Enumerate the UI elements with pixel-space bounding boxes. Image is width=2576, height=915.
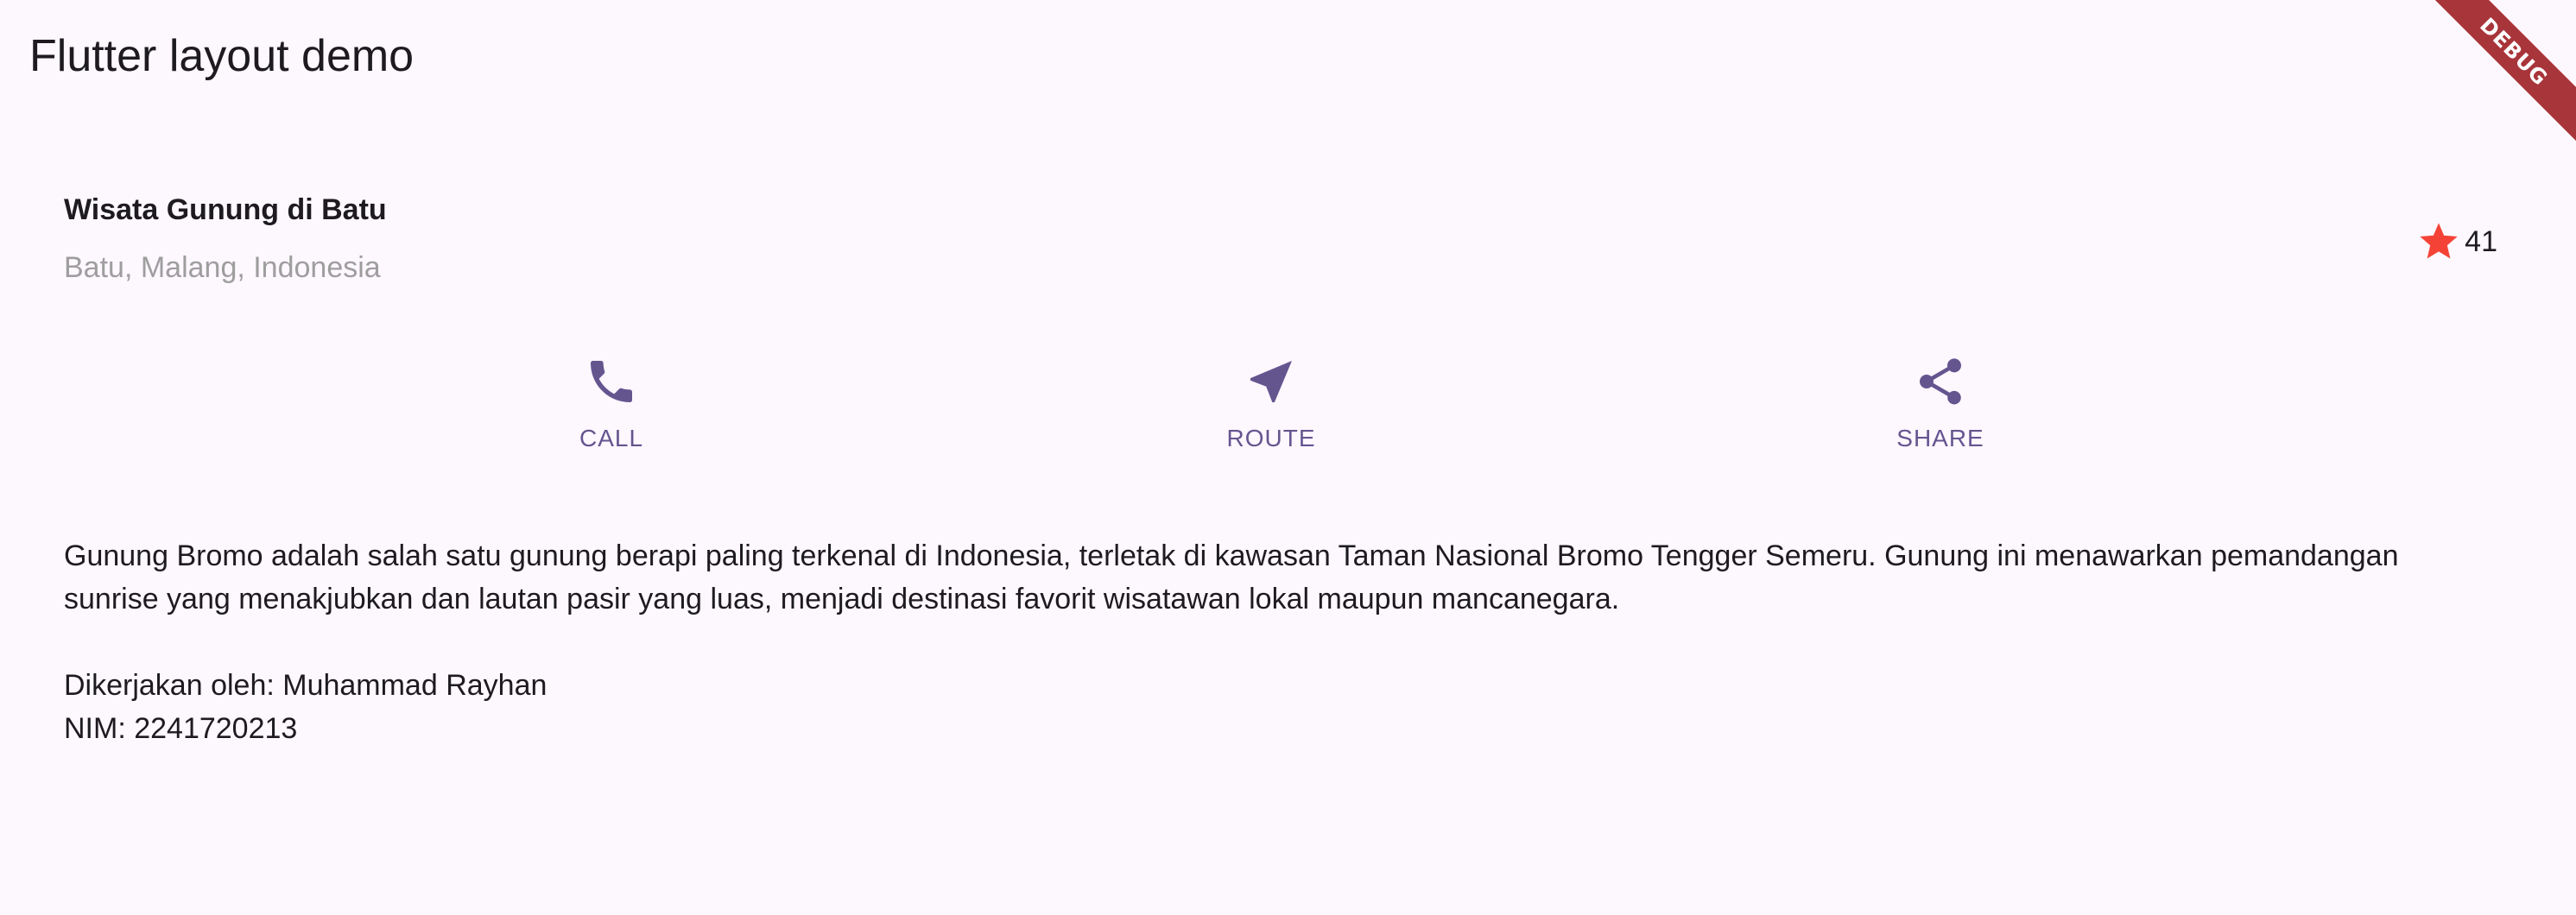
- description-text: Gunung Bromo adalah salah satu gunung be…: [64, 540, 2399, 615]
- call-button-label: CALL: [579, 425, 644, 451]
- phone-icon: [584, 354, 639, 409]
- credit-author: Dikerjakan oleh: Muhammad Rayhan: [64, 669, 547, 702]
- credit-nim: NIM: 2241720213: [64, 712, 298, 745]
- star-icon: [2416, 219, 2461, 264]
- rating-count: 41: [2465, 225, 2497, 258]
- place-name: Wisata Gunung di Batu: [64, 193, 387, 226]
- button-section: CALL ROUTE SHARE: [0, 354, 2576, 475]
- text-section: Gunung Bromo adalah salah satu gunung be…: [64, 534, 2447, 750]
- route-button[interactable]: ROUTE: [1176, 354, 1366, 475]
- navigation-icon: [1244, 354, 1299, 409]
- share-button-label: SHARE: [1896, 425, 1984, 451]
- share-icon: [1913, 354, 1968, 409]
- route-button-label: ROUTE: [1226, 425, 1316, 451]
- app-bar-title: Flutter layout demo: [29, 31, 415, 81]
- call-button[interactable]: CALL: [516, 354, 706, 475]
- app-bar: Flutter layout demo: [0, 0, 2576, 115]
- share-button[interactable]: SHARE: [1845, 354, 2035, 475]
- rating[interactable]: 41: [2416, 216, 2497, 268]
- app-window: Flutter layout demo Wisata Gunung di Bat…: [0, 0, 2576, 915]
- place-location: Batu, Malang, Indonesia: [64, 251, 381, 284]
- title-section: Wisata Gunung di Batu Batu, Malang, Indo…: [64, 186, 2508, 289]
